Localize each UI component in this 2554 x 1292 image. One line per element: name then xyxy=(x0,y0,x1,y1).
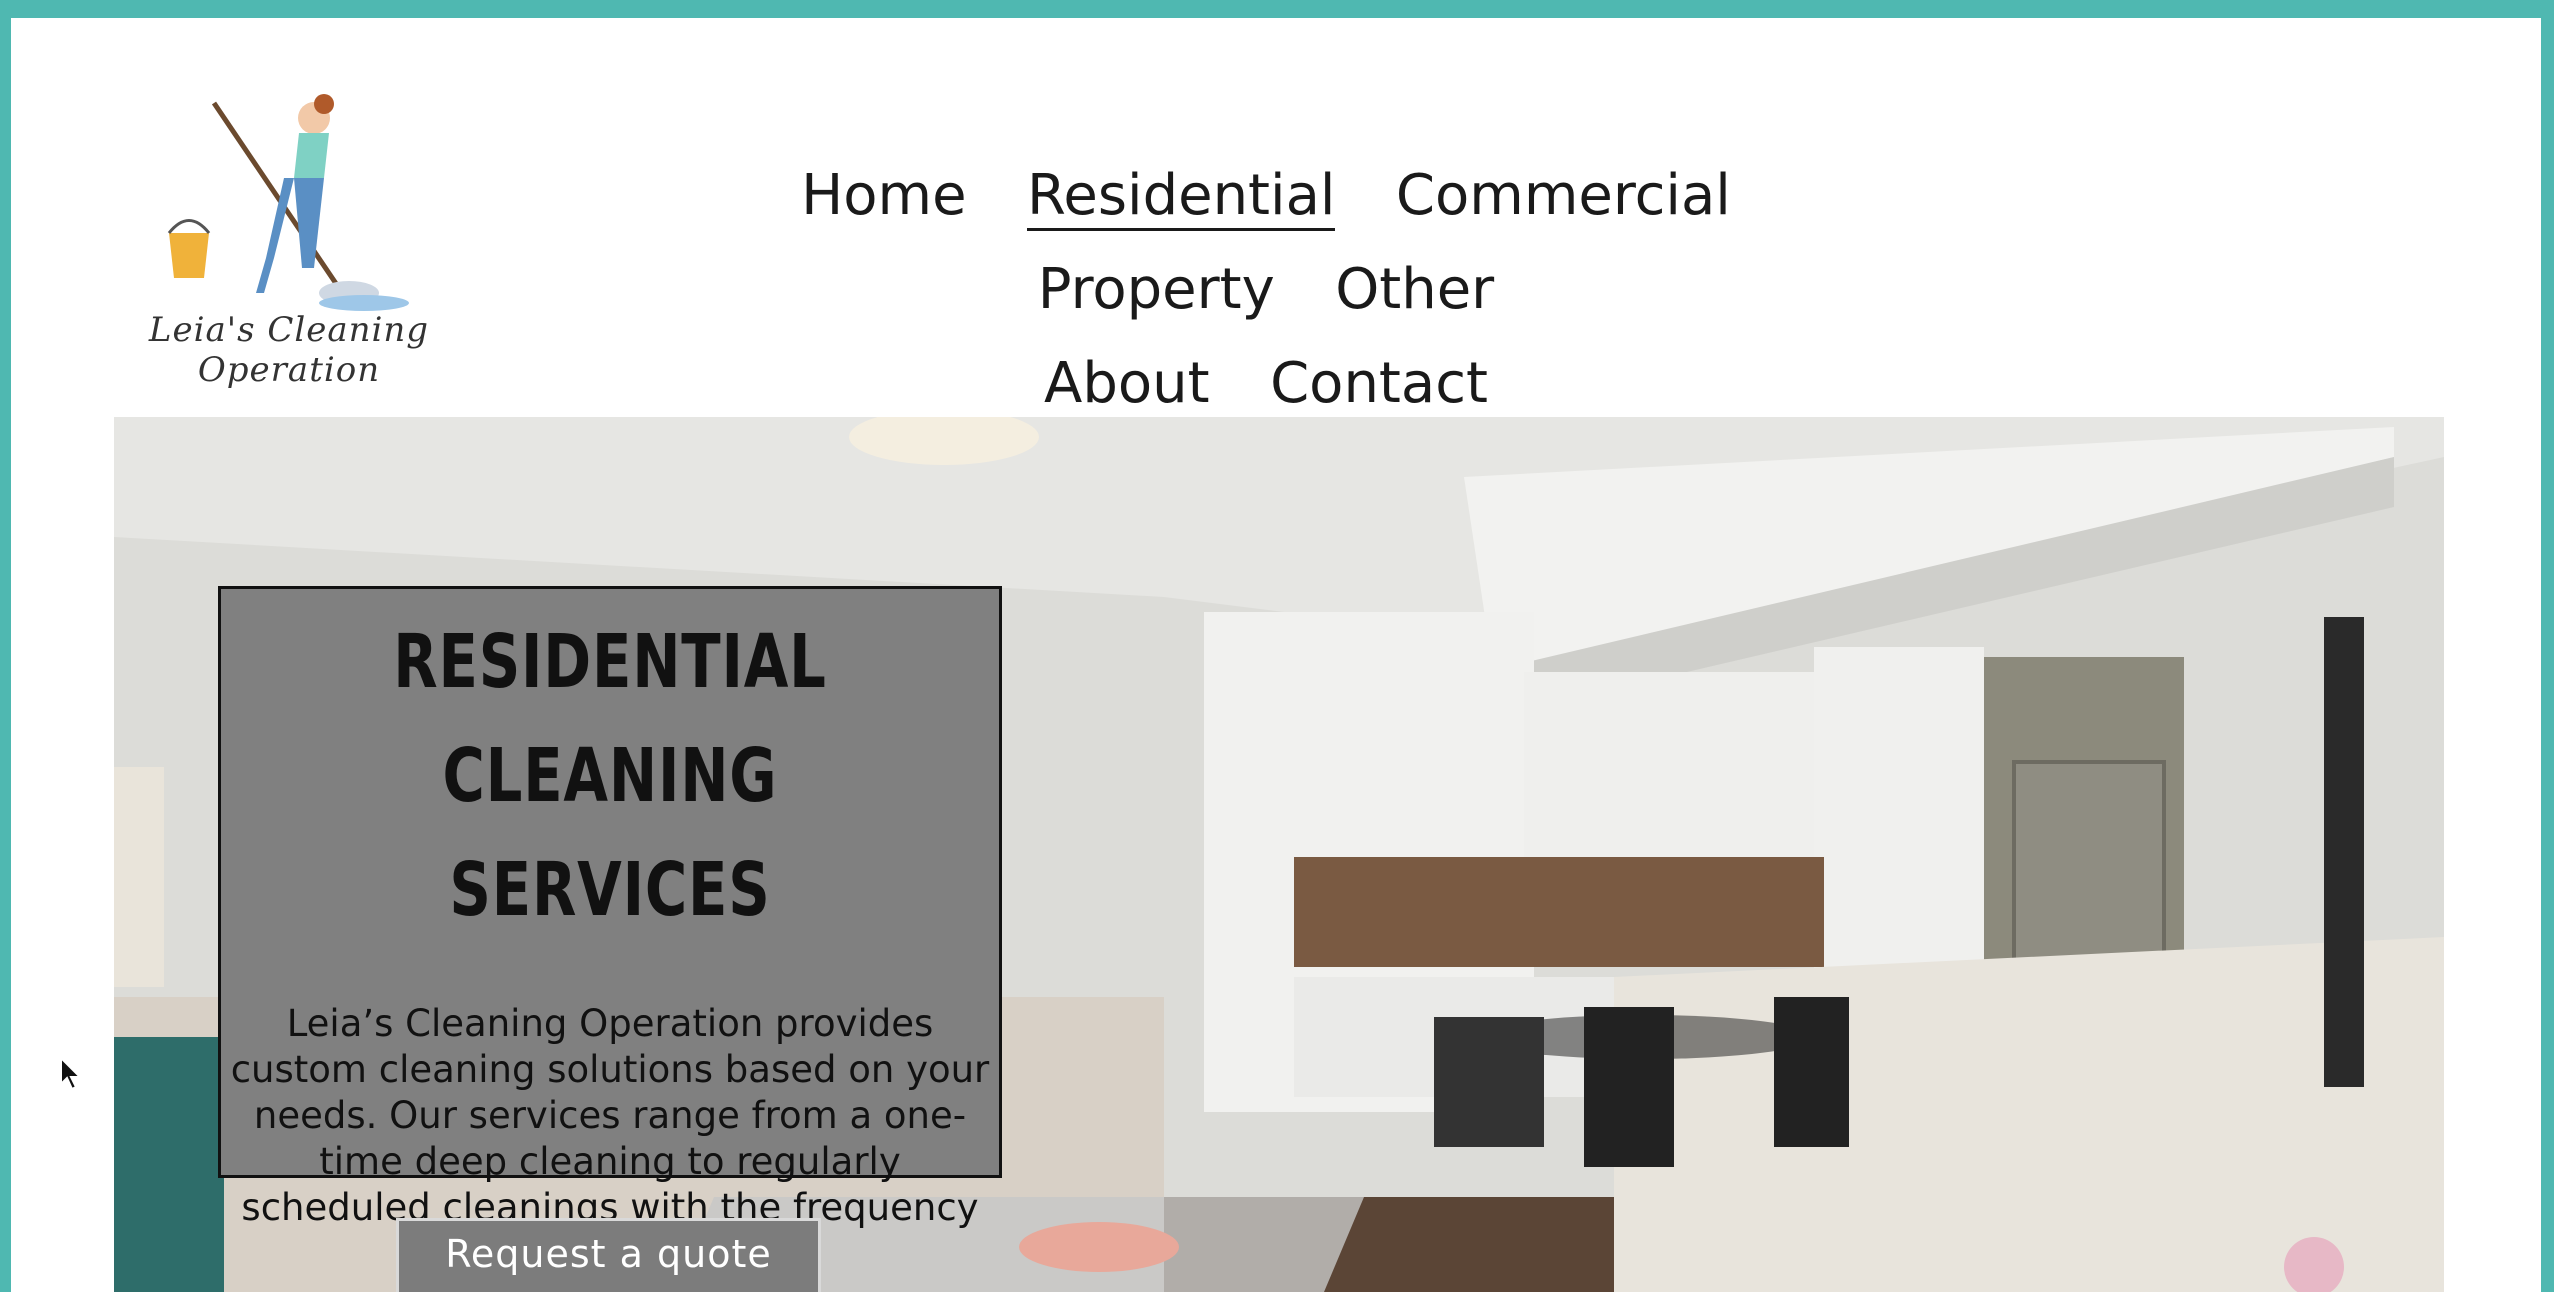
nav-contact[interactable]: Contact xyxy=(1270,344,1488,424)
nav-home[interactable]: Home xyxy=(801,156,966,236)
nav-other[interactable]: Other xyxy=(1335,250,1494,330)
main-nav: Home Residential Commercial Property Oth… xyxy=(651,156,1881,438)
hero-overlay-box: RESIDENTIAL CLEANING SERVICES Leia’s Cle… xyxy=(218,586,1002,1275)
nav-property[interactable]: Property xyxy=(1038,250,1275,330)
logo-text: Leia's Cleaning Operation xyxy=(148,310,430,390)
nav-about[interactable]: About xyxy=(1044,344,1210,424)
page: Leia's Cleaning Operation Home Residenti… xyxy=(11,18,2541,1292)
nav-residential[interactable]: Residential xyxy=(1026,164,1336,231)
mouse-cursor-icon xyxy=(60,1057,82,1091)
request-quote-button[interactable]: Request a quote xyxy=(396,1218,821,1292)
nav-commercial[interactable]: Commercial xyxy=(1396,156,1731,236)
hero-title: RESIDENTIAL CLEANING SERVICES xyxy=(393,619,827,933)
hero-section: RESIDENTIAL CLEANING SERVICES Leia’s Cle… xyxy=(114,417,2444,1292)
logo[interactable]: Leia's Cleaning Operation xyxy=(114,58,464,408)
